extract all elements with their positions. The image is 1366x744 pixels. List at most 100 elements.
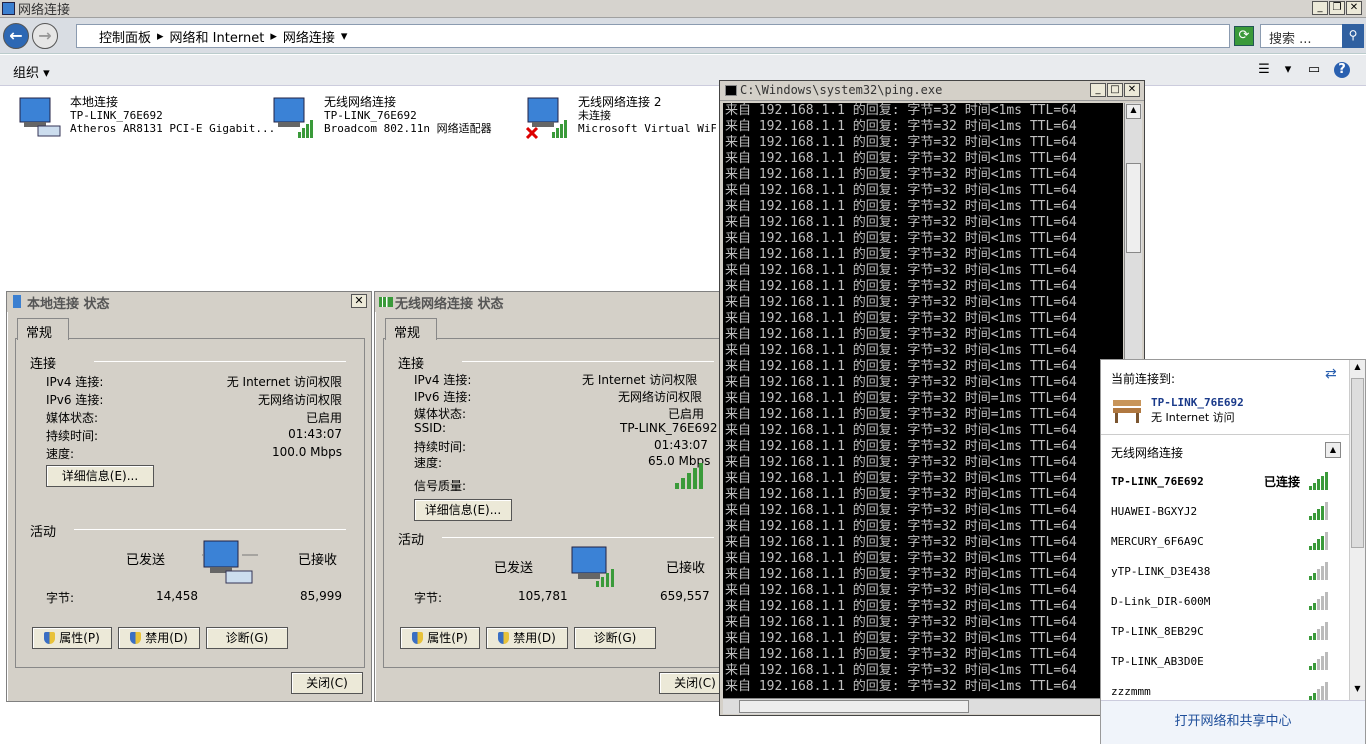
wifi-network-item[interactable]: TP-LINK_AB3D0E bbox=[1111, 646, 1336, 676]
wifi-network-item[interactable]: MERCURY_6F6A9C bbox=[1111, 526, 1336, 556]
view-options-icon[interactable]: ☰ bbox=[1256, 62, 1272, 78]
field-value: 无网络访问权限 bbox=[257, 393, 342, 407]
console-line: 来自 192.168.1.1 的回复: 字节=32 时间<1ms TTL=64 bbox=[725, 231, 1077, 246]
network-state: 已连接 bbox=[1263, 474, 1300, 489]
field-label: SSID: bbox=[414, 421, 447, 435]
preview-pane-icon[interactable]: ▭ bbox=[1306, 62, 1322, 78]
wifi-network-item[interactable]: TP-LINK_8EB29C bbox=[1111, 616, 1336, 646]
chevron-down-icon[interactable]: ▸ bbox=[270, 29, 277, 44]
details-button[interactable]: 详细信息(E)... bbox=[414, 499, 512, 521]
field-value: 01:43:07 bbox=[288, 427, 342, 441]
network-name: TP-LINK_AB3D0E bbox=[1111, 654, 1204, 668]
signal-strength-icon bbox=[1309, 532, 1328, 550]
command-bar: 组织 ▾ ☰ ▾ ▭ ? bbox=[0, 55, 1366, 86]
diagnose-button[interactable]: 诊断(G) bbox=[574, 627, 656, 649]
details-button[interactable]: 详细信息(E)... bbox=[46, 465, 154, 487]
maximize-button[interactable]: □ bbox=[1107, 83, 1123, 97]
console-line: 来自 192.168.1.1 的回复: 字节=32 时间=1ms TTL=64 bbox=[725, 407, 1077, 422]
section-activity: 活动 bbox=[30, 525, 57, 540]
wireless-adapter-disconnected-icon bbox=[526, 97, 567, 140]
field-value: 已启用 bbox=[305, 411, 342, 425]
disable-button[interactable]: 禁用(D) bbox=[118, 627, 200, 649]
console-line: 来自 192.168.1.1 的回复: 字节=32 时间<1ms TTL=64 bbox=[725, 135, 1077, 150]
properties-button[interactable]: 属性(P) bbox=[32, 627, 112, 649]
section-activity: 活动 bbox=[398, 533, 425, 548]
disable-button[interactable]: 禁用(D) bbox=[486, 627, 568, 649]
network-name: HUAWEI-BGXYJ2 bbox=[1111, 504, 1198, 518]
activity-computer-icon bbox=[202, 540, 258, 584]
help-icon[interactable]: ? bbox=[1334, 62, 1350, 78]
scroll-up-icon[interactable]: ▲ bbox=[1350, 362, 1365, 376]
search-icon[interactable]: ⚲ bbox=[1342, 24, 1364, 48]
connection-item[interactable]: 本地连接 TP-LINK_76E692 Atheros AR8131 PCI-E… bbox=[18, 96, 275, 146]
wifi-network-item[interactable]: TP-LINK_76E692 已连接 bbox=[1111, 466, 1336, 496]
received-label: 已接收 bbox=[666, 561, 706, 576]
close-dialog-button[interactable]: 关闭(C) bbox=[291, 672, 363, 694]
divider bbox=[462, 361, 714, 362]
signal-quality-icon bbox=[675, 463, 703, 489]
wifi-network-item[interactable]: HUAWEI-BGXYJ2 bbox=[1111, 496, 1336, 526]
breadcrumb-crumb[interactable]: 网络和 Internet bbox=[170, 27, 265, 46]
properties-button[interactable]: 属性(P) bbox=[400, 627, 480, 649]
close-dialog-button[interactable]: 关闭(C) bbox=[659, 672, 719, 694]
forward-button[interactable]: → bbox=[32, 23, 58, 49]
address-breadcrumb[interactable]: 控制面板 ▸ 网络和 Internet ▸ 网络连接 ▾ bbox=[76, 24, 1230, 48]
connection-device: Microsoft Virtual WiFi M bbox=[578, 122, 716, 135]
wifi-network-item[interactable]: D-Link_DIR-600M bbox=[1111, 586, 1336, 616]
console-icon bbox=[725, 85, 737, 96]
close-button[interactable]: ✕ bbox=[1124, 83, 1140, 97]
diagnose-button[interactable]: 诊断(G) bbox=[206, 627, 288, 649]
field-label: IPv6 连接: bbox=[414, 390, 472, 404]
console-titlebar: C:\Windows\system32\ping.exe _ □ ✕ bbox=[720, 81, 1144, 101]
console-line: 来自 192.168.1.1 的回复: 字节=32 时间<1ms TTL=64 bbox=[725, 631, 1077, 646]
field-label: 速度: bbox=[46, 447, 75, 461]
current-connection-label: 当前连接到: bbox=[1111, 372, 1176, 386]
dialog-title: 本地连接 状态 bbox=[27, 296, 110, 312]
divider bbox=[1101, 434, 1349, 435]
wifi-network-item[interactable]: yTP-LINK_D3E438 bbox=[1111, 556, 1336, 586]
divider bbox=[94, 361, 346, 362]
organize-menu[interactable]: 组织 ▾ bbox=[13, 62, 50, 81]
close-button[interactable]: ✕ bbox=[1346, 1, 1362, 15]
minimize-button[interactable]: _ bbox=[1312, 1, 1328, 15]
current-network-status: 无 Internet 访问 bbox=[1151, 411, 1235, 424]
console-line: 来自 192.168.1.1 的回复: 字节=32 时间<1ms TTL=64 bbox=[725, 567, 1077, 582]
back-button[interactable]: ← bbox=[3, 23, 29, 49]
console-line: 来自 192.168.1.1 的回复: 字节=32 时间<1ms TTL=64 bbox=[725, 583, 1077, 598]
minimize-button[interactable]: _ bbox=[1090, 83, 1106, 97]
flyout-scrollbar[interactable]: ▲ ▼ bbox=[1349, 360, 1365, 700]
signal-strength-icon bbox=[1309, 472, 1328, 490]
console-line: 来自 192.168.1.1 的回复: 字节=32 时间<1ms TTL=64 bbox=[725, 359, 1077, 374]
breadcrumb-crumb[interactable]: 网络连接 bbox=[283, 27, 335, 46]
console-horizontal-scrollbar[interactable] bbox=[723, 698, 1124, 714]
open-network-center-link[interactable]: 打开网络和共享中心 bbox=[1101, 700, 1365, 744]
console-line: 来自 192.168.1.1 的回复: 字节=32 时间<1ms TTL=64 bbox=[725, 503, 1077, 518]
refresh-icon[interactable]: ⇄ bbox=[1325, 366, 1337, 382]
restore-button[interactable]: ❐ bbox=[1329, 1, 1345, 15]
chevron-down-icon[interactable]: ▾ bbox=[341, 29, 348, 44]
scroll-thumb[interactable] bbox=[739, 700, 969, 713]
collapse-section-button[interactable]: ▲ bbox=[1325, 442, 1341, 458]
scroll-down-icon[interactable]: ▼ bbox=[1350, 684, 1365, 698]
console-line: 来自 192.168.1.1 的回复: 字节=32 时间<1ms TTL=64 bbox=[725, 487, 1077, 502]
breadcrumb-crumb[interactable]: 控制面板 bbox=[99, 27, 151, 46]
window-controls: _ □ ✕ bbox=[1090, 83, 1140, 97]
scroll-up-icon[interactable]: ▲ bbox=[1126, 104, 1141, 119]
close-button[interactable]: ✕ bbox=[351, 294, 367, 308]
tab-general[interactable]: 常规 bbox=[17, 318, 69, 341]
chevron-down-icon[interactable]: ▾ bbox=[1280, 62, 1296, 78]
field-value: 已启用 bbox=[668, 407, 705, 421]
field-label: 媒体状态: bbox=[46, 411, 99, 425]
field-label: IPv4 连接: bbox=[414, 373, 472, 387]
chevron-down-icon[interactable]: ▸ bbox=[157, 29, 164, 44]
tab-general[interactable]: 常规 bbox=[385, 318, 437, 341]
scroll-thumb[interactable] bbox=[1351, 378, 1364, 548]
refresh-button[interactable]: ⟳ bbox=[1234, 26, 1254, 46]
bytes-label: 字节: bbox=[414, 591, 443, 605]
connection-item[interactable]: 无线网络连接 TP-LINK_76E692 Broadcom 802.11n 网… bbox=[272, 96, 522, 146]
scroll-thumb[interactable] bbox=[1126, 163, 1141, 253]
connection-item[interactable]: 无线网络连接 2 未连接 Microsoft Virtual WiFi M bbox=[526, 96, 716, 146]
shield-icon bbox=[44, 632, 56, 644]
network-name: MERCURY_6F6A9C bbox=[1111, 534, 1204, 548]
console-line: 来自 192.168.1.1 的回复: 字节=32 时间<1ms TTL=64 bbox=[725, 327, 1077, 342]
